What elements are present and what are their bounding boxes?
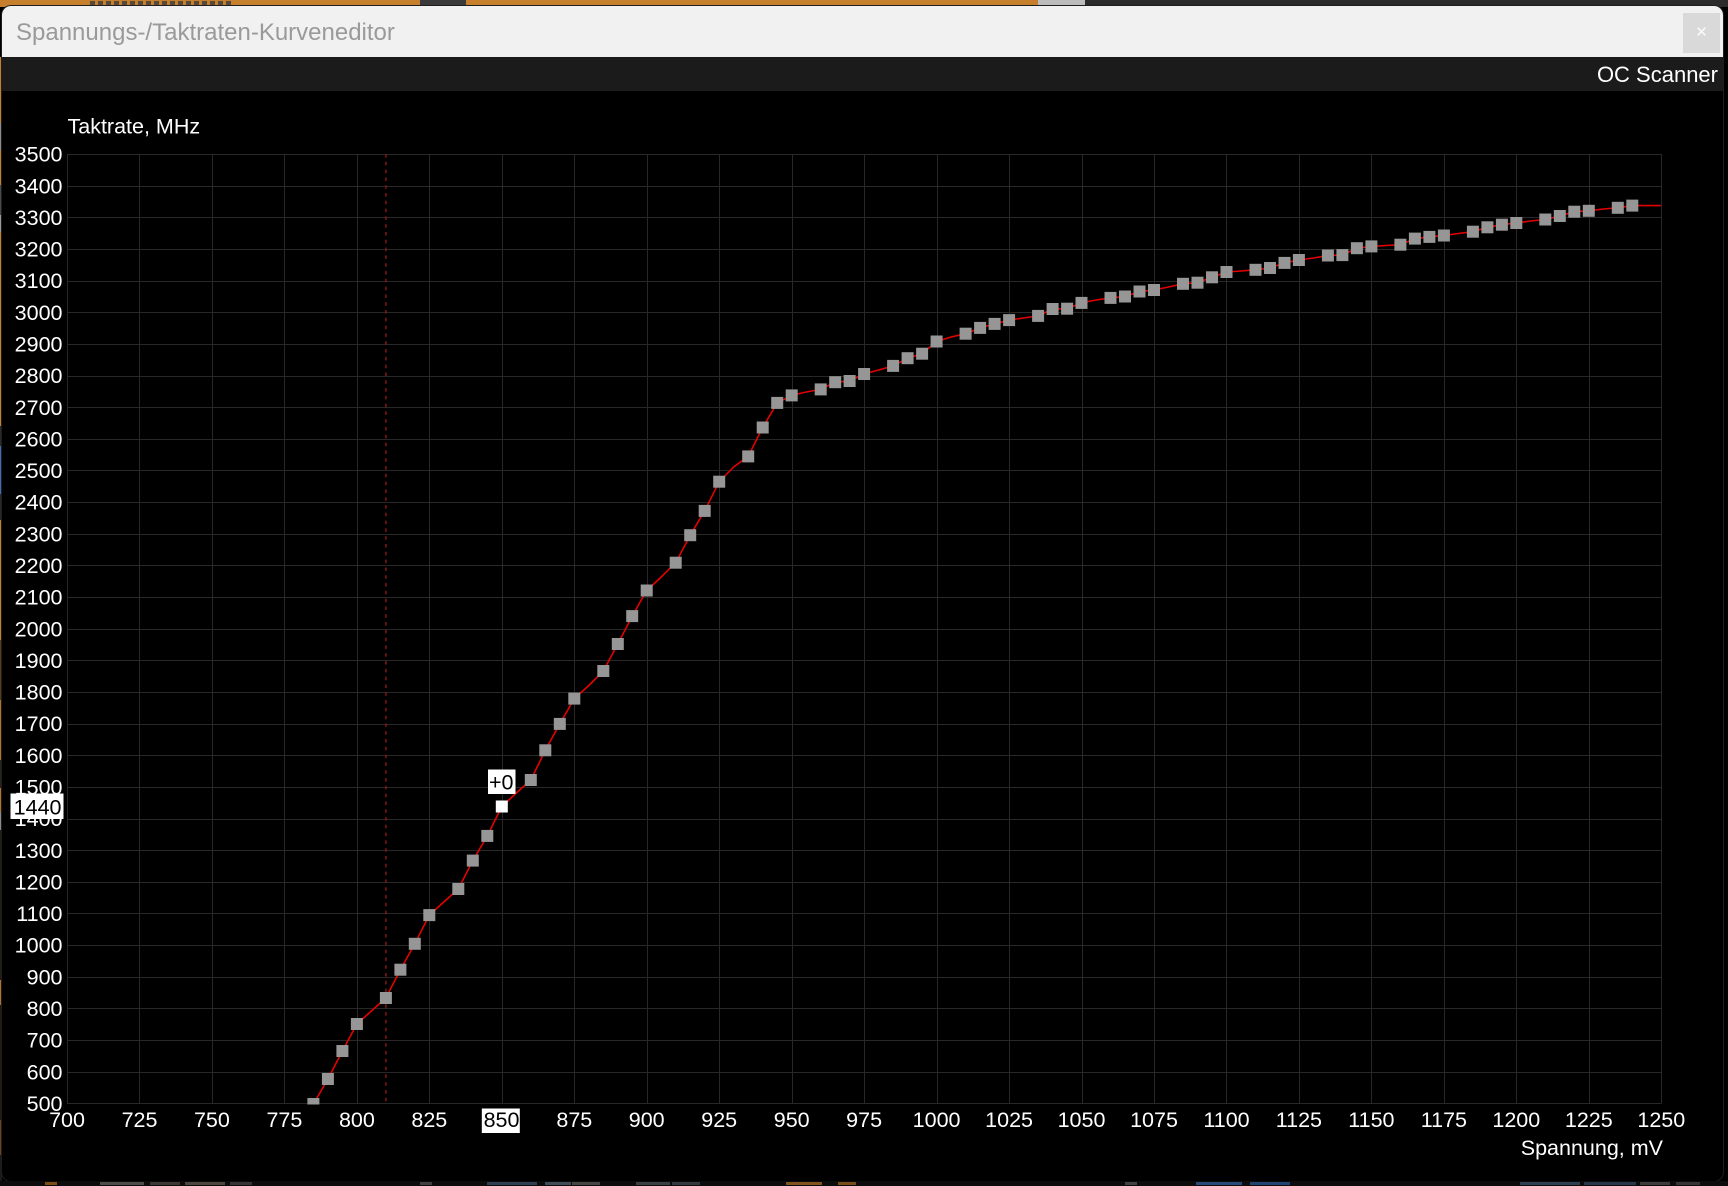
svg-text:2100: 2100 — [15, 586, 63, 610]
svg-text:700: 700 — [27, 1029, 63, 1053]
svg-text:Taktrate, MHz: Taktrate, MHz — [68, 115, 201, 139]
svg-text:1200: 1200 — [15, 870, 63, 894]
svg-text:1100: 1100 — [1203, 1108, 1249, 1132]
svg-text:850: 850 — [484, 1108, 520, 1132]
svg-text:1225: 1225 — [1565, 1108, 1613, 1132]
svg-text:900: 900 — [629, 1108, 665, 1132]
svg-text:3300: 3300 — [15, 206, 63, 230]
svg-text:600: 600 — [27, 1060, 63, 1084]
svg-text:1050: 1050 — [1058, 1108, 1106, 1132]
svg-text:1700: 1700 — [15, 712, 63, 736]
svg-text:+0: +0 — [489, 770, 514, 794]
svg-text:2200: 2200 — [15, 554, 63, 578]
svg-text:1025: 1025 — [985, 1108, 1033, 1132]
svg-text:2600: 2600 — [15, 427, 63, 451]
svg-text:1250: 1250 — [1637, 1108, 1685, 1132]
svg-text:950: 950 — [774, 1108, 810, 1132]
svg-text:975: 975 — [846, 1108, 882, 1132]
svg-text:2700: 2700 — [15, 396, 63, 420]
svg-text:1175: 1175 — [1421, 1108, 1467, 1132]
svg-text:3400: 3400 — [15, 174, 63, 198]
svg-text:725: 725 — [122, 1108, 158, 1132]
svg-text:2300: 2300 — [15, 522, 63, 546]
svg-text:2900: 2900 — [15, 333, 63, 357]
svg-text:700: 700 — [49, 1108, 85, 1132]
svg-text:875: 875 — [556, 1108, 592, 1132]
svg-text:1000: 1000 — [15, 934, 63, 958]
svg-text:2800: 2800 — [15, 364, 63, 388]
svg-text:3100: 3100 — [15, 269, 63, 293]
svg-text:3500: 3500 — [15, 143, 63, 167]
svg-text:3200: 3200 — [15, 238, 63, 262]
svg-text:1150: 1150 — [1348, 1108, 1394, 1132]
svg-text:1800: 1800 — [15, 681, 63, 705]
svg-text:1075: 1075 — [1130, 1108, 1178, 1132]
svg-text:825: 825 — [411, 1108, 447, 1132]
svg-text:3000: 3000 — [15, 301, 63, 325]
svg-text:1100: 1100 — [16, 902, 62, 926]
svg-text:800: 800 — [339, 1108, 375, 1132]
svg-text:1600: 1600 — [15, 744, 63, 768]
svg-text:2400: 2400 — [15, 491, 63, 515]
svg-text:1440: 1440 — [14, 796, 62, 820]
svg-text:925: 925 — [701, 1108, 737, 1132]
svg-text:1000: 1000 — [913, 1108, 961, 1132]
svg-text:1300: 1300 — [15, 839, 63, 863]
svg-text:1200: 1200 — [1492, 1108, 1540, 1132]
svg-text:750: 750 — [194, 1108, 230, 1132]
svg-text:1125: 1125 — [1276, 1108, 1322, 1132]
svg-text:800: 800 — [27, 997, 63, 1021]
svg-text:2500: 2500 — [15, 459, 63, 483]
svg-text:Spannung, mV: Spannung, mV — [1521, 1136, 1664, 1160]
svg-text:2000: 2000 — [15, 617, 63, 641]
svg-text:1900: 1900 — [15, 649, 63, 673]
svg-text:900: 900 — [27, 965, 63, 989]
svg-text:775: 775 — [266, 1108, 302, 1132]
